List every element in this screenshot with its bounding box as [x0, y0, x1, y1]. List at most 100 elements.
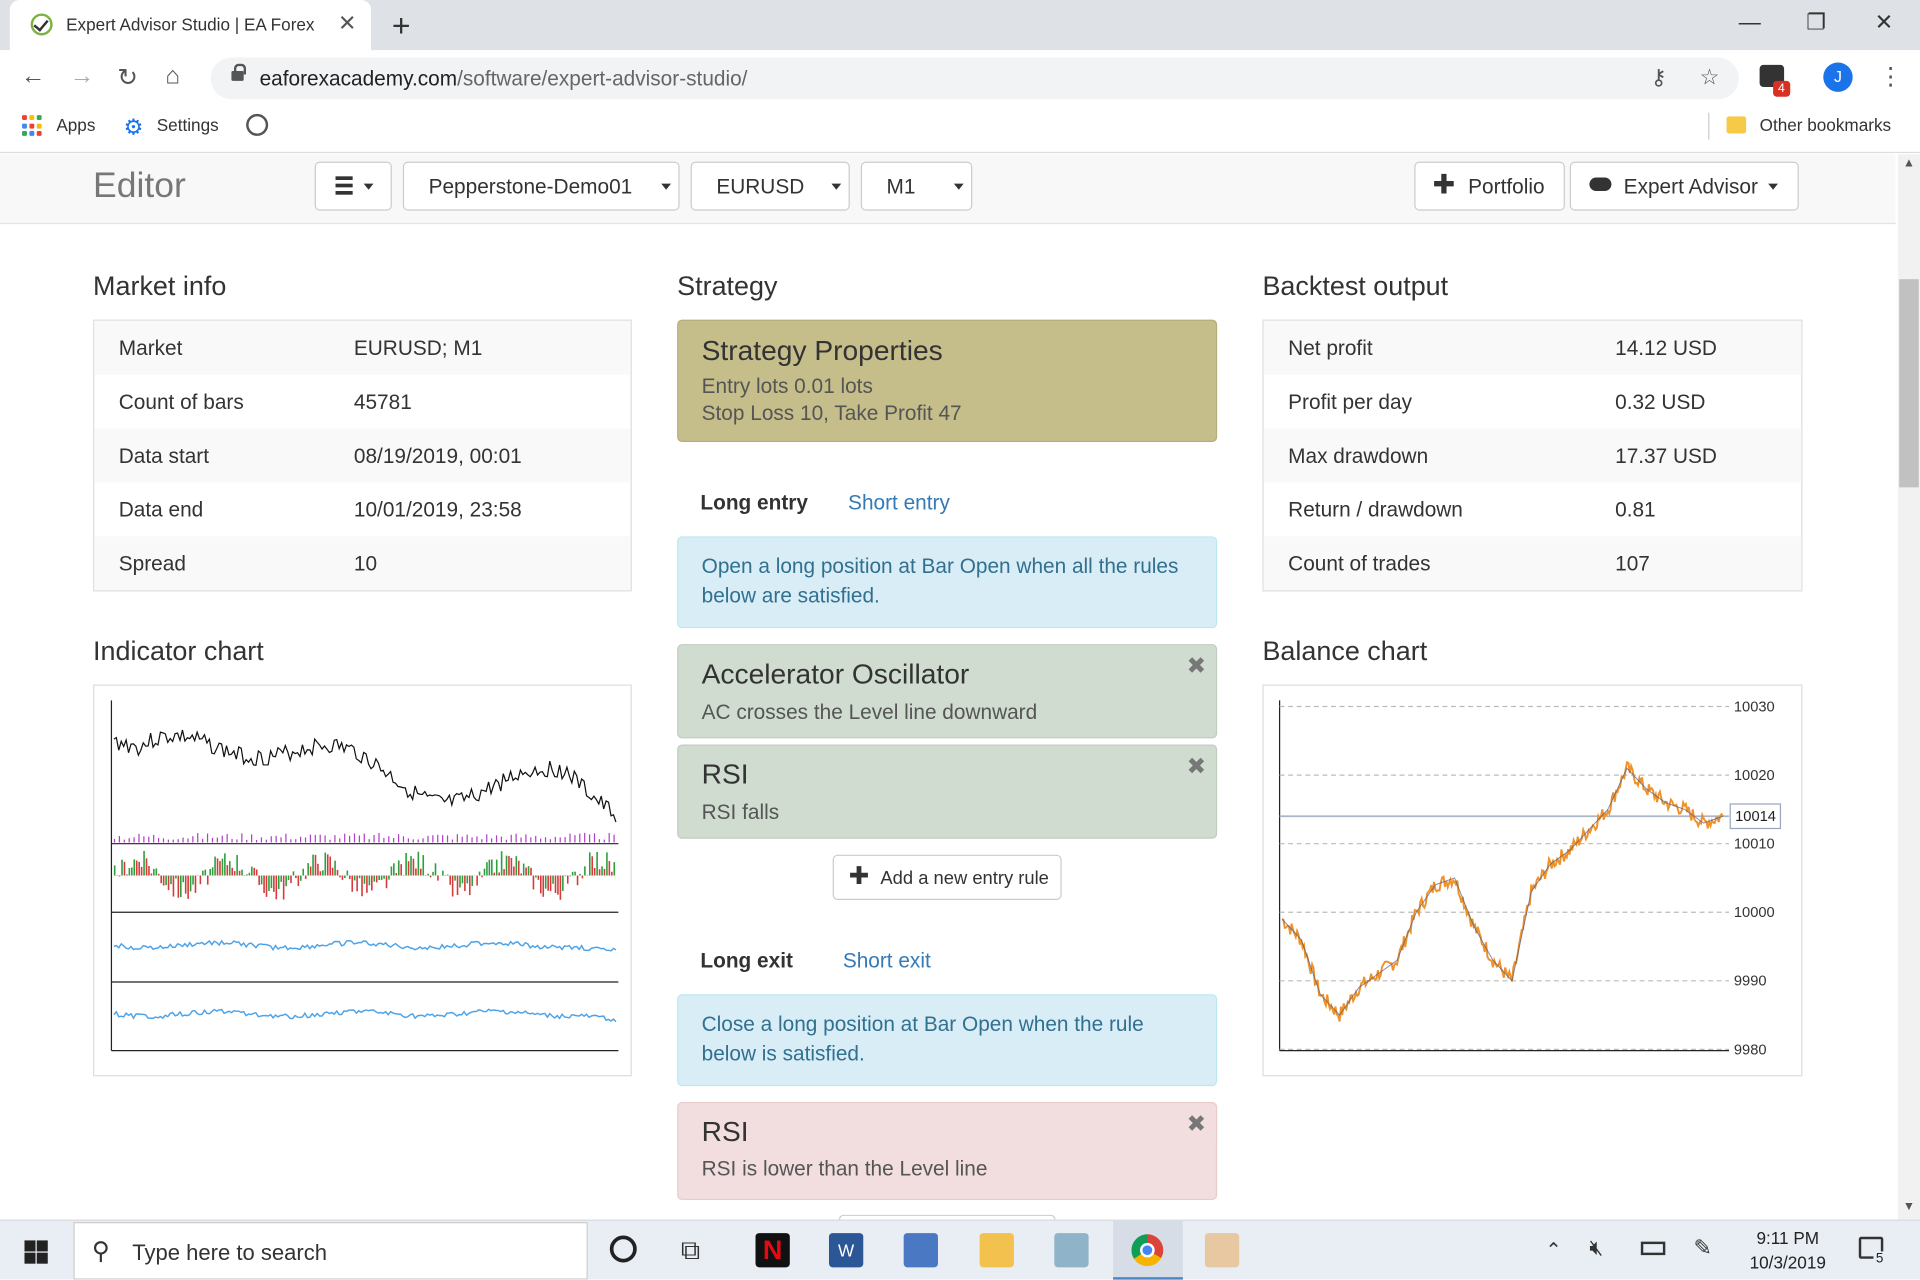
tab-short-entry[interactable]: Short entry — [848, 491, 950, 514]
ac-bar — [388, 875, 390, 880]
file-explorer-icon[interactable] — [979, 1233, 1014, 1268]
volume-bar — [495, 835, 498, 843]
balance-chart: 9980 9990 10000 10010 10020 10030 10014 — [1262, 684, 1803, 1077]
chrome-taskbar-button[interactable] — [1113, 1220, 1183, 1280]
bookmark-apps[interactable]: Apps — [56, 115, 95, 135]
settings-gear-icon[interactable]: ⚙ — [124, 115, 144, 141]
volume-bar — [476, 836, 478, 843]
entry-rule-card[interactable]: Accelerator Oscillator AC crosses the Le… — [677, 644, 1218, 739]
main-menu-button[interactable] — [314, 161, 392, 211]
ac-bar — [581, 875, 584, 879]
word-icon[interactable]: W — [828, 1233, 864, 1268]
browser-menu-icon[interactable]: ⋮ — [1878, 61, 1902, 92]
chevron-up-icon[interactable]: ⌃ — [1545, 1238, 1561, 1262]
entry-rule-card[interactable]: RSI RSI falls ✖ — [677, 744, 1218, 839]
remove-rule-icon[interactable]: ✖ — [1187, 653, 1206, 681]
netflix-icon[interactable]: N — [755, 1233, 790, 1268]
remove-rule-icon[interactable]: ✖ — [1187, 1111, 1206, 1139]
forward-icon[interactable]: → — [70, 62, 94, 90]
chevron-down-icon — [661, 183, 672, 190]
pen-icon[interactable]: ✎ — [1693, 1236, 1711, 1262]
globe-icon[interactable] — [246, 113, 269, 136]
volume-bar — [378, 832, 380, 843]
expert-advisor-button[interactable]: Expert Advisor — [1569, 161, 1799, 211]
strategy-properties-card[interactable]: Strategy Properties Entry lots 0.01 lots… — [677, 319, 1218, 443]
volume-bar — [579, 833, 581, 843]
address-bar[interactable]: eaforexacademy.com/software/expert-advis… — [210, 57, 1739, 100]
profile-avatar[interactable]: J — [1823, 62, 1853, 92]
portfolio-button[interactable]: ✚ Portfolio — [1414, 161, 1565, 211]
y-tick-label: 9980 — [1734, 1042, 1767, 1058]
window-close-icon[interactable]: ✕ — [1875, 10, 1893, 36]
tab-short-exit[interactable]: Short exit — [843, 949, 931, 972]
restore-icon[interactable]: ❐ — [1806, 10, 1826, 36]
ac-bar — [395, 873, 398, 876]
ac-bar — [231, 867, 234, 876]
volume-bar — [324, 835, 326, 843]
volume-bar — [437, 834, 439, 843]
remove-rule-icon[interactable]: ✖ — [1187, 753, 1206, 781]
volume-bar — [290, 839, 292, 843]
ac-bar — [513, 866, 515, 876]
symbol-select[interactable]: EURUSD — [690, 161, 850, 211]
exit-rule-card[interactable]: RSI RSI is lower than the Level line ✖ — [677, 1102, 1218, 1201]
taskbar-search-input[interactable]: ⚲ Type here to search — [73, 1222, 588, 1280]
browser-toolbar: ← → ↻ ⌂ eaforexacademy.com/software/expe… — [0, 50, 1920, 107]
account-select[interactable]: Pepperstone-Demo01 — [402, 161, 680, 211]
timeframe-select[interactable]: M1 — [860, 161, 973, 211]
page-title: Editor — [93, 166, 186, 206]
battery-icon[interactable] — [1640, 1241, 1666, 1256]
ac-bar — [199, 875, 202, 885]
windows-start-icon[interactable] — [24, 1240, 48, 1264]
ac-bar — [219, 861, 221, 876]
ac-bar — [148, 865, 150, 876]
back-icon[interactable]: ← — [21, 62, 45, 90]
add-entry-rule-button[interactable]: ✚ Add a new entry rule — [832, 854, 1062, 901]
tab-long-entry[interactable]: Long entry — [700, 491, 808, 514]
apps-icon[interactable] — [22, 115, 44, 137]
home-icon[interactable]: ⌂ — [165, 62, 180, 90]
volume-bar — [143, 836, 145, 843]
ac-bar — [123, 861, 126, 876]
table-row: Net profit 14.12 USD — [1263, 320, 1802, 375]
volume-muted-icon[interactable]: 🔇︎ — [1589, 1236, 1603, 1262]
new-tab-icon[interactable]: + — [392, 7, 411, 45]
cortana-icon[interactable] — [609, 1235, 637, 1263]
minimize-icon[interactable]: — — [1739, 10, 1761, 36]
volume-bar — [353, 833, 356, 843]
chevron-down-icon — [363, 183, 374, 190]
tab-long-exit[interactable]: Long exit — [700, 949, 793, 972]
reload-icon[interactable]: ↻ — [118, 62, 139, 93]
bookmark-other[interactable]: Other bookmarks — [1760, 115, 1891, 135]
url-text[interactable]: eaforexacademy.com/software/expert-advis… — [260, 67, 748, 91]
search-icon: ⚲ — [91, 1237, 110, 1265]
bookmark-star-icon[interactable]: ☆ — [1700, 65, 1720, 91]
ac-bar — [468, 875, 471, 896]
ac-bar — [143, 850, 145, 876]
task-view-icon[interactable]: ⧉ — [681, 1234, 700, 1266]
paint-icon[interactable] — [1204, 1233, 1240, 1268]
ac-bar — [160, 875, 163, 884]
bookmark-settings[interactable]: Settings — [157, 115, 219, 135]
ac-bar — [510, 857, 513, 876]
ac-bar — [307, 863, 309, 876]
volume-bar — [574, 835, 576, 843]
tab-close-icon[interactable]: ✕ — [338, 11, 356, 37]
volume-bar — [241, 833, 243, 843]
ac-bar — [155, 868, 158, 876]
scrollbar-thumb[interactable] — [1899, 279, 1919, 488]
chevron-down-icon — [953, 183, 964, 190]
app-icon[interactable] — [1054, 1233, 1089, 1268]
ac-bar — [554, 875, 557, 893]
folder-icon — [1726, 116, 1747, 134]
taskbar-clock[interactable]: 9:11 PM 10/3/2019 — [1739, 1226, 1837, 1275]
ac-bar — [579, 873, 581, 876]
balance-chart-svg: 9980 9990 10000 10010 10020 10030 10014 — [1278, 699, 1782, 1058]
network-app-icon[interactable] — [903, 1233, 938, 1268]
ac-bar — [451, 875, 454, 897]
volume-bar — [133, 837, 135, 843]
volume-bar — [231, 838, 233, 843]
key-icon[interactable]: ⚷ — [1651, 65, 1667, 91]
ac-bar — [265, 875, 268, 897]
browser-tab-active[interactable]: Expert Advisor Studio | EA Forex ✕ — [9, 0, 372, 51]
